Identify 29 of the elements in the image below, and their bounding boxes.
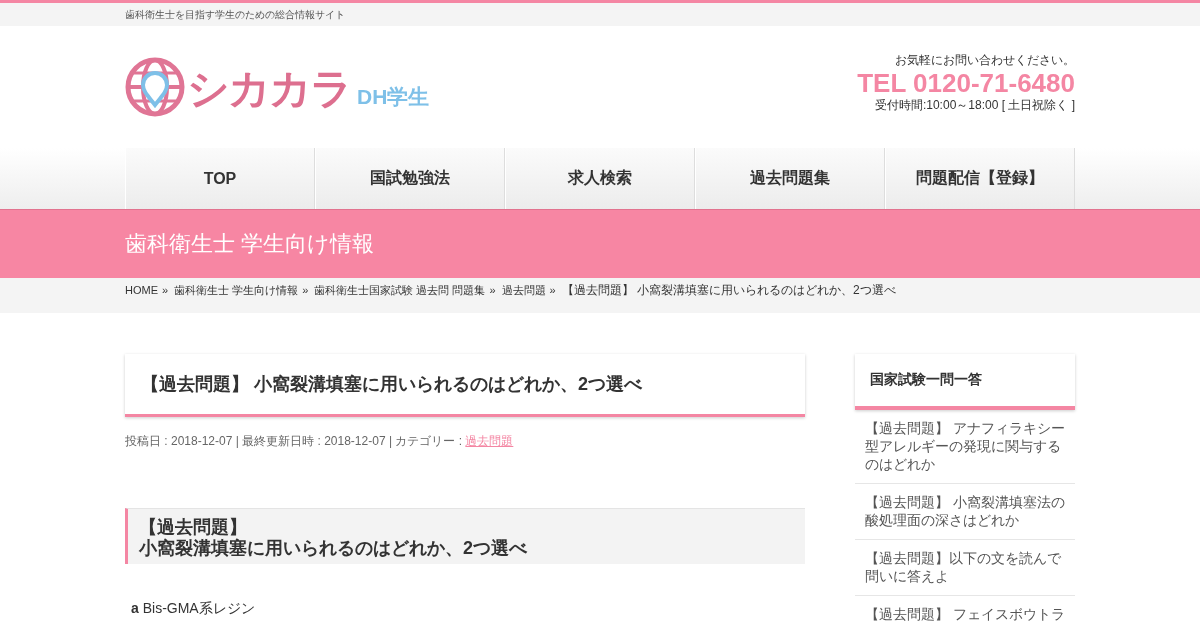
breadcrumb-current: 【過去問題】 小窩裂溝填塞に用いられるのはどれか、2つ選べ [561, 281, 896, 299]
phone-number: TEL 0120-71-6480 [857, 69, 1075, 97]
breadcrumb-link[interactable]: 歯科衛生士 学生向け情報 [174, 282, 299, 298]
sidebar-link[interactable]: 【過去問題】以下の文を読んで問いに答えよ [855, 540, 1075, 596]
nav-item[interactable]: 過去問題集 [695, 148, 885, 209]
nav-item[interactable]: TOP [125, 148, 315, 209]
sidebar-title: 国家試験一問一答 [855, 354, 1075, 410]
category-title: 歯科衛生士 学生向け情報 [125, 230, 376, 258]
article-title: 【過去問題】 小窩裂溝填塞に用いられるのはどれか、2つ選べ [125, 354, 805, 417]
breadcrumb-link[interactable]: HOME [125, 284, 158, 296]
nav-item[interactable]: 国試勉強法 [315, 148, 505, 209]
breadcrumb-link[interactable]: 歯科衛生士国家試験 過去問 問題集 [314, 282, 486, 298]
site-tagline: 歯科衛生士を目指す学生のための総合情報サイト [125, 9, 345, 20]
breadcrumb-separator: » [162, 284, 169, 296]
sidebar-link[interactable]: 【過去問題】 フェイスボウトラ [855, 596, 1075, 630]
sidebar-link[interactable]: 【過去問題】 アナフィラキシー型アレルギーの発現に関与するのはどれか [855, 410, 1075, 484]
contact-note: お気軽にお問い合わせください。 [894, 52, 1075, 69]
nav-item[interactable]: 求人検索 [505, 148, 695, 209]
answer-option: a Bis-GMA系レジン [131, 600, 805, 618]
breadcrumb-link[interactable]: 過去問題 [501, 282, 546, 298]
nav-item[interactable]: 問題配信【登録】 [885, 148, 1075, 209]
post-meta: 投稿日 : 2018-12-07 | 最終更新日時 : 2018-12-07 | カテゴリー : [125, 434, 463, 448]
globe-pin-icon [125, 57, 185, 117]
breadcrumb-separator: » [549, 284, 556, 296]
question-heading: 【過去問題】 小窩裂溝填塞に用いられるのはどれか、2つ選べ [125, 508, 805, 564]
sidebar-link[interactable]: 【過去問題】 小窩裂溝填塞法の酸処理面の深さはどれか [855, 484, 1075, 540]
business-hours: 受付時間:10:00～18:00 [ 土日祝除く ] [873, 97, 1075, 114]
breadcrumb-separator: » [302, 284, 309, 296]
breadcrumb-separator: » [489, 284, 496, 296]
